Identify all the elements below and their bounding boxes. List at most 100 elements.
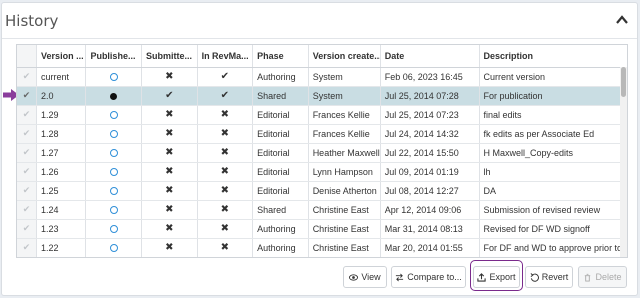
cell-submitted: ✔ bbox=[141, 86, 198, 106]
cell-published bbox=[85, 124, 142, 144]
check-icon: ✔ bbox=[220, 90, 230, 101]
panel-header: History bbox=[2, 3, 637, 39]
chevron-up-icon[interactable] bbox=[615, 13, 629, 27]
cell-submitted: ✖ bbox=[141, 143, 198, 163]
cell-description: final edits bbox=[479, 105, 627, 125]
cell-version: 1.26 bbox=[36, 162, 87, 182]
table-row[interactable]: ✔ 1.29 ✖ ✖ Editorial Frances Kellie Jul 25, 20… bbox=[17, 105, 627, 125]
revert-button[interactable]: Revert bbox=[525, 266, 573, 288]
cell-date: Jul 22, 2014 15:50 bbox=[380, 143, 480, 163]
export-highlight-ring bbox=[470, 260, 523, 291]
table-row[interactable]: ✔ 1.23 ✖ ✖ Authoring Christine East Mar 31, 20… bbox=[17, 219, 627, 239]
cell-version: 1.29 bbox=[36, 105, 87, 125]
row-select-checkbox[interactable]: ✔ bbox=[17, 143, 38, 163]
scrollbar-thumb[interactable] bbox=[621, 67, 626, 97]
cell-date: Jul 08, 2014 12:27 bbox=[380, 181, 480, 201]
cell-submitted: ✖ bbox=[141, 181, 198, 201]
column-header[interactable]: Phase bbox=[252, 45, 309, 68]
cell-published bbox=[85, 200, 142, 220]
cell-submitted: ✖ bbox=[141, 219, 198, 239]
cross-icon: ✖ bbox=[220, 223, 230, 234]
cell-description: Revised for DF WD signoff bbox=[479, 219, 627, 239]
cell-creator: Christine East bbox=[308, 200, 381, 220]
cell-date: Mar 31, 2014 08:13 bbox=[380, 219, 480, 239]
table-header-row: Version ... Publishe... Submitte... In RevM… bbox=[17, 45, 627, 68]
cell-description: H Maxwell_Copy-edits bbox=[479, 143, 627, 163]
vertical-scrollbar[interactable] bbox=[620, 67, 627, 257]
cross-icon: ✖ bbox=[220, 204, 230, 215]
column-header[interactable]: Version ... bbox=[36, 45, 87, 68]
cell-phase: Editorial bbox=[252, 162, 309, 182]
cell-in-revma: ✔ bbox=[197, 86, 254, 106]
row-select-checkbox[interactable]: ✔ bbox=[17, 238, 38, 257]
row-select-checkbox[interactable]: ✔ bbox=[17, 219, 38, 239]
column-header[interactable]: Submitte... bbox=[141, 45, 198, 68]
view-button[interactable]: View bbox=[343, 266, 387, 288]
panel-title: History bbox=[5, 12, 59, 30]
history-table: Version ... Publishe... Submitte... In RevM… bbox=[16, 44, 628, 258]
cell-in-revma: ✖ bbox=[197, 143, 254, 163]
check-icon: ✔ bbox=[22, 166, 31, 176]
row-select-checkbox[interactable]: ✔ bbox=[17, 162, 38, 182]
cell-creator: System bbox=[308, 86, 381, 106]
cross-icon: ✖ bbox=[220, 128, 230, 139]
row-select-checkbox[interactable]: ✔ bbox=[17, 105, 38, 125]
cell-version: 1.24 bbox=[36, 200, 87, 220]
column-header[interactable]: Date bbox=[380, 45, 480, 68]
column-header[interactable]: Version create... bbox=[308, 45, 381, 68]
cross-icon: ✖ bbox=[165, 242, 174, 253]
cell-version: 1.22 bbox=[36, 238, 87, 257]
cell-date: Apr 12, 2014 09:06 bbox=[380, 200, 480, 220]
cell-in-revma: ✔ bbox=[197, 67, 254, 87]
row-select-checkbox[interactable]: ✔ bbox=[17, 67, 38, 87]
table-row[interactable]: ✔ 1.22 ✖ ✖ Authoring Christine East Mar 20, 20… bbox=[17, 238, 627, 257]
cell-in-revma: ✖ bbox=[197, 124, 254, 144]
cell-date: Feb 06, 2023 16:45 bbox=[380, 67, 480, 87]
cell-version: 1.28 bbox=[36, 124, 87, 144]
table-row[interactable]: ✔ 1.25 ✖ ✖ Editorial Denise Atherton Jul 08, 2… bbox=[17, 181, 627, 201]
cell-description: lh bbox=[479, 162, 627, 182]
table-row[interactable]: ✔ 1.26 ✖ ✖ Editorial Lynn Hampson Jul 09, 2014… bbox=[17, 162, 627, 182]
cell-published bbox=[85, 86, 142, 106]
column-header[interactable]: Publishe... bbox=[85, 45, 142, 68]
unpublished-circle-icon bbox=[109, 168, 118, 177]
cross-icon: ✖ bbox=[165, 185, 174, 196]
check-icon: ✔ bbox=[22, 147, 31, 157]
column-header[interactable]: In RevMa... bbox=[197, 45, 254, 68]
table-row[interactable]: ✔ 2.0 ✔ ✔ Shared System Jul 25, 2014 07:28 For … bbox=[17, 86, 627, 106]
row-select-checkbox[interactable]: ✔ bbox=[17, 86, 38, 106]
select-all-column-header[interactable] bbox=[17, 45, 38, 68]
cross-icon: ✖ bbox=[165, 109, 174, 120]
cross-icon: ✖ bbox=[165, 166, 174, 177]
unpublished-circle-icon bbox=[109, 244, 118, 253]
cell-date: Jul 25, 2014 07:23 bbox=[380, 105, 480, 125]
cell-creator: Denise Atherton bbox=[308, 181, 381, 201]
unpublished-circle-icon bbox=[109, 206, 118, 215]
table-row[interactable]: ✔ 1.28 ✖ ✖ Editorial Frances Kellie Jul 24, 20… bbox=[17, 124, 627, 144]
check-icon: ✔ bbox=[22, 223, 31, 233]
table-row[interactable]: ✔ current ✖ ✔ Authoring System Feb 06, 2023 16… bbox=[17, 67, 627, 87]
cell-creator: System bbox=[308, 67, 381, 87]
cell-submitted: ✖ bbox=[141, 162, 198, 182]
cell-creator: Lynn Hampson bbox=[308, 162, 381, 182]
cell-description: For publication bbox=[479, 86, 627, 106]
row-select-checkbox[interactable]: ✔ bbox=[17, 181, 38, 201]
cross-icon: ✖ bbox=[220, 185, 230, 196]
cell-published bbox=[85, 238, 142, 257]
delete-button-label: Delete bbox=[595, 272, 622, 282]
row-select-checkbox[interactable]: ✔ bbox=[17, 200, 38, 220]
cell-published bbox=[85, 105, 142, 125]
cross-icon: ✖ bbox=[220, 109, 230, 120]
cell-submitted: ✖ bbox=[141, 67, 198, 87]
cell-creator: Frances Kellie bbox=[308, 124, 381, 144]
row-select-checkbox[interactable]: ✔ bbox=[17, 124, 38, 144]
compare-button[interactable]: Compare to... bbox=[391, 266, 466, 288]
cell-version: 2.0 bbox=[36, 86, 87, 106]
delete-button[interactable]: Delete bbox=[578, 266, 627, 288]
cell-phase: Editorial bbox=[252, 181, 309, 201]
table-row[interactable]: ✔ 1.27 ✖ ✖ Editorial Heather Maxwell Jul 22, 2… bbox=[17, 143, 627, 163]
table-row[interactable]: ✔ 1.24 ✖ ✖ Shared Christine East Apr 12, 2014 … bbox=[17, 200, 627, 220]
cell-in-revma: ✖ bbox=[197, 200, 254, 220]
cell-date: Mar 20, 2014 01:55 bbox=[380, 238, 480, 257]
column-header[interactable]: Description bbox=[479, 45, 627, 68]
